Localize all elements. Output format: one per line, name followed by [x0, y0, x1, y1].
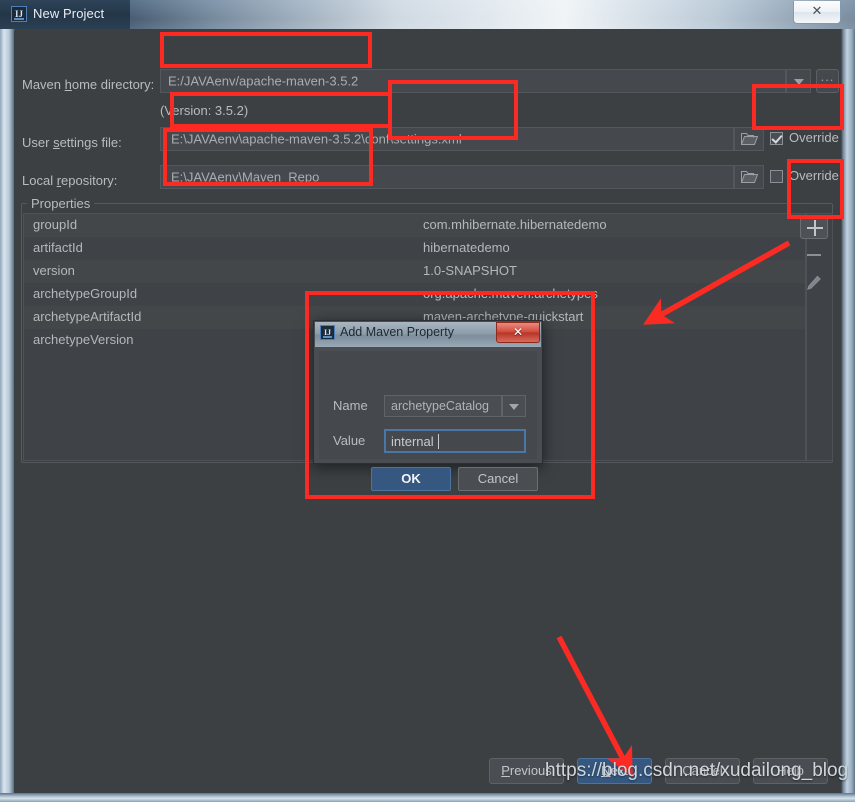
titlebar-sheen — [90, 0, 855, 29]
text-caret — [438, 434, 439, 449]
override-local-repository-label: Override — [789, 168, 839, 183]
dialog-cancel-button[interactable]: Cancel — [458, 467, 538, 491]
property-value-text: internal — [391, 434, 434, 449]
property-key: archetypeGroupId — [33, 286, 138, 301]
maven-home-value: E:/JAVAenv/apache-maven-3.5.2 — [168, 73, 359, 89]
remove-property-button[interactable] — [800, 243, 828, 267]
dialog-close-button[interactable]: ✕ — [496, 322, 540, 343]
minus-icon — [807, 254, 821, 256]
maven-version-note: (Version: 3.5.2) — [160, 103, 249, 118]
property-key: groupId — [33, 217, 78, 232]
user-settings-label: User settings file: — [22, 135, 122, 150]
name-label: Name — [333, 398, 368, 413]
new-project-window: IJ New Project ✕ Maven home directory: E… — [0, 0, 855, 802]
property-key: artifactId — [33, 240, 83, 255]
window-close-button[interactable]: ✕ — [793, 1, 841, 24]
user-settings-value: E:\JAVAenv\apache-maven-3.5.2\conf\setti… — [171, 131, 462, 147]
override-local-repository-checkbox[interactable] — [770, 170, 783, 183]
window-title: New Project — [33, 6, 105, 21]
table-row[interactable]: artifactId hibernatedemo — [24, 237, 805, 260]
value-label: Value — [333, 433, 366, 448]
properties-group-title: Properties — [27, 196, 95, 211]
folder-icon — [741, 171, 758, 183]
override-user-settings-label: Override — [789, 130, 839, 145]
close-icon: ✕ — [811, 4, 823, 19]
override-user-settings-checkbox[interactable] — [770, 132, 783, 145]
dialog-ok-button[interactable]: OK — [371, 467, 451, 491]
local-repository-input[interactable]: E:\JAVAenv\Maven_Repo — [160, 165, 734, 189]
local-repository-browse-button[interactable] — [734, 165, 764, 189]
window-frame-right — [841, 29, 855, 802]
window-frame-bottom — [0, 793, 855, 802]
dialog-app-icon: IJ — [320, 325, 335, 340]
property-key: archetypeArtifactId — [33, 309, 142, 324]
maven-home-browse-button[interactable]: ... — [816, 69, 839, 93]
property-value: org.apache.maven.archetypes — [423, 286, 598, 301]
property-value-input[interactable]: internal — [384, 429, 526, 453]
property-value: com.mhibernate.hibernatedemo — [423, 217, 607, 232]
property-value: 1.0-SNAPSHOT — [423, 263, 517, 278]
property-name-combobox[interactable]: archetypeCatalog — [384, 395, 502, 417]
table-row[interactable]: groupId com.mhibernate.hibernatedemo — [24, 214, 805, 237]
pencil-icon — [807, 275, 821, 290]
property-value: hibernatedemo — [423, 240, 510, 255]
window-titlebar: IJ New Project — [0, 0, 855, 29]
table-row[interactable]: archetypeGroupId org.apache.maven.archet… — [24, 283, 805, 306]
add-property-button[interactable] — [800, 215, 828, 239]
maven-home-input[interactable]: E:/JAVAenv/apache-maven-3.5.2 — [160, 69, 786, 93]
edit-property-button[interactable] — [800, 271, 828, 295]
local-repository-value: E:\JAVAenv\Maven_Repo — [171, 169, 320, 185]
local-repository-label: Local repository: — [22, 173, 118, 188]
table-row[interactable]: version 1.0-SNAPSHOT — [24, 260, 805, 283]
watermark: https://blog.csdn.net/xudailong_blog — [545, 760, 849, 781]
user-settings-input[interactable]: E:\JAVAenv\apache-maven-3.5.2\conf\setti… — [160, 127, 734, 151]
intellij-icon: IJ — [11, 6, 27, 22]
add-maven-property-dialog: IJ Add Maven Property ✕ Name archetypeCa… — [313, 320, 543, 491]
folder-icon — [741, 133, 758, 145]
property-key: archetypeVersion — [33, 332, 134, 347]
maven-home-label: Maven home directory: — [22, 77, 155, 92]
dialog-body: Name archetypeCatalog Value internal OK … — [319, 351, 538, 491]
user-settings-browse-button[interactable] — [734, 127, 764, 151]
dialog-title: Add Maven Property — [340, 325, 454, 339]
property-name-value: archetypeCatalog — [391, 399, 489, 413]
maven-home-dropdown-icon[interactable] — [786, 69, 811, 93]
property-key: version — [33, 263, 75, 278]
property-name-dropdown-icon[interactable] — [502, 395, 526, 417]
